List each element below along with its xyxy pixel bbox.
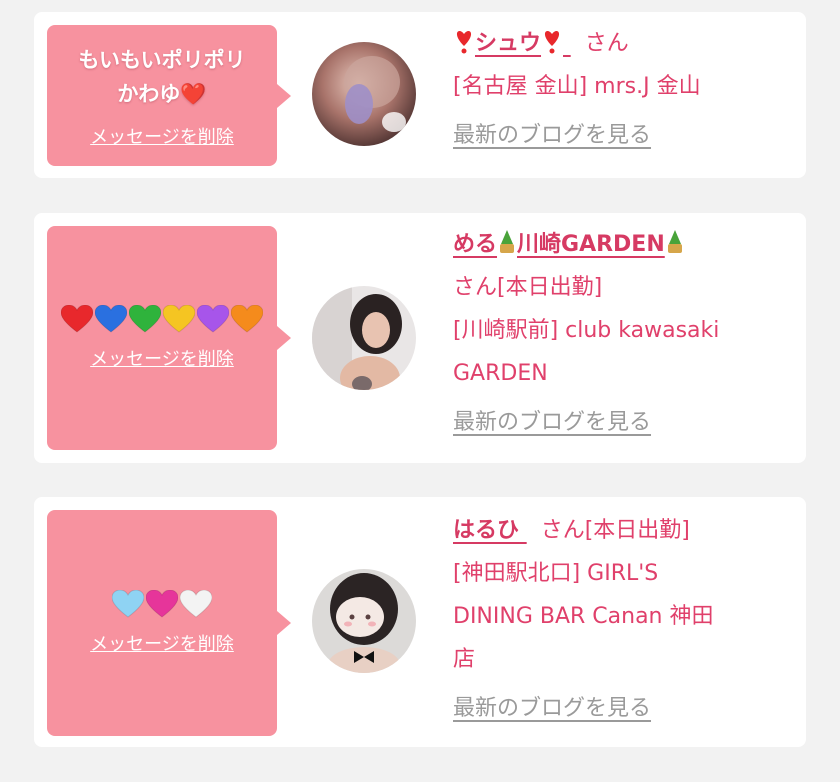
cast-name: シュウ [475, 31, 542, 56]
cast-name-suffix: 川崎GARDEN [517, 232, 665, 257]
message-bubble: メッセージを削除 [47, 510, 291, 736]
latest-blog-link[interactable]: 最新のブログを見る [453, 687, 651, 730]
cast-name-link[interactable]: シュウ [453, 31, 571, 56]
shop-name: [神田駅北口] GIRL'S [453, 561, 659, 586]
shop-name: [名古屋 金山] mrs.J 金山 [453, 74, 701, 99]
delete-message-link[interactable]: メッセージを削除 [90, 630, 234, 656]
delete-message-link[interactable]: メッセージを削除 [90, 123, 234, 149]
heart-exclamation-icon [544, 31, 560, 54]
message-card: メッセージを削除 はるひ さん[本日出勤] [神田駅北口] GIRL'S DIN… [34, 497, 806, 747]
heart-emoji-row [61, 305, 263, 333]
heart-icon [129, 305, 161, 333]
heart-icon [146, 590, 178, 618]
heart-icon [163, 305, 195, 333]
message-bubble: メッセージを削除 [47, 226, 291, 450]
cast-info: はるひ さん[本日出勤] [神田駅北口] GIRL'S DINING BAR C… [453, 509, 793, 730]
shop-name: 店 [453, 647, 476, 672]
heart-emoji-row [112, 590, 212, 618]
honorific: さん [584, 31, 629, 56]
latest-blog-link[interactable]: 最新のブログを見る [453, 114, 651, 157]
cast-info: シュウ さん [名古屋 金山] mrs.J 金山 最新のブログを見る [453, 22, 793, 157]
message-text-line: かわゆ❤️ [117, 81, 207, 106]
delete-message-link[interactable]: メッセージを削除 [90, 345, 234, 371]
message-bubble: もいもいポリポリ かわゆ❤️ メッセージを削除 [47, 25, 291, 166]
cast-name-link[interactable]: はるひ [453, 518, 527, 543]
shop-name: GARDEN [453, 361, 548, 386]
shop-name: DINING BAR Canan 神田 [453, 604, 714, 629]
shop-name: [川崎駅前] club kawasaki [453, 318, 720, 343]
latest-blog-link[interactable]: 最新のブログを見る [453, 401, 651, 444]
cast-name-link[interactable]: める 川崎GARDEN [453, 230, 685, 257]
message-card: メッセージを削除 める 川崎GARDEN さん[本日出勤] [川崎駅前] club… [34, 213, 806, 463]
kadomatsu-icon [500, 230, 515, 253]
heart-exclamation-icon [456, 31, 472, 54]
cast-info: める 川崎GARDEN さん[本日出勤] [川崎駅前] club kawasaki… [453, 223, 793, 444]
kadomatsu-icon [667, 230, 682, 253]
avatar[interactable] [312, 42, 416, 146]
heart-icon [95, 305, 127, 333]
message-card: もいもいポリポリ かわゆ❤️ メッセージを削除 シュウ さん [名古屋 金山] … [34, 12, 806, 178]
heart-icon [61, 305, 93, 333]
honorific: さん[本日出勤] [540, 518, 690, 543]
honorific: さん[本日出勤] [453, 275, 603, 300]
message-text-line: もいもいポリポリ [78, 47, 246, 72]
heart-icon [112, 590, 144, 618]
heart-icon [231, 305, 263, 333]
avatar[interactable] [312, 569, 416, 673]
cast-name: はるひ [453, 518, 520, 543]
cast-name: める [453, 232, 498, 257]
heart-icon [197, 305, 229, 333]
avatar[interactable] [312, 286, 416, 390]
heart-icon [180, 590, 212, 618]
